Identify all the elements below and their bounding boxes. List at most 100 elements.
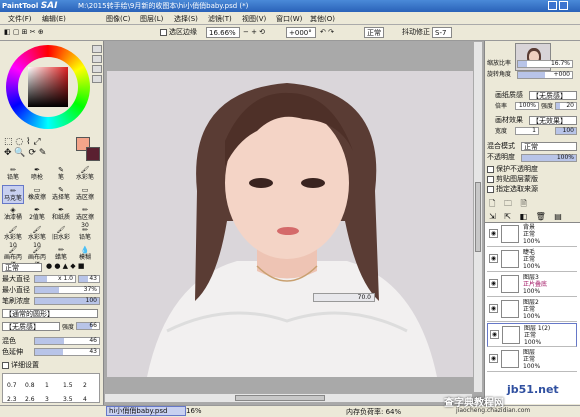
brush-mode-select[interactable]: 正常 bbox=[2, 263, 42, 272]
layer-item[interactable]: ◉ 图层3 正片叠底 100% bbox=[487, 273, 577, 297]
scale-label: 倍率 bbox=[495, 103, 508, 110]
material-effect-select[interactable]: 【无效果】 bbox=[529, 116, 577, 125]
eye-icon[interactable]: ◉ bbox=[489, 354, 498, 363]
minimize-icon[interactable] bbox=[548, 1, 557, 10]
clipping-mask-toggle[interactable]: 剪贴图层蒙版 bbox=[487, 175, 538, 184]
tool-pencil[interactable]: ✏ 铅笔 bbox=[2, 165, 24, 184]
tool-watercolor[interactable]: 🖌 水彩笔 bbox=[74, 165, 96, 184]
tool-washi[interactable]: ✒ 和纸质 bbox=[50, 205, 72, 224]
scale-field[interactable]: 100% bbox=[515, 102, 539, 110]
layer-thumbnail bbox=[501, 275, 519, 293]
rotation-field[interactable]: +000° bbox=[286, 27, 316, 38]
eye-icon[interactable]: ◉ bbox=[490, 330, 499, 339]
menu-view[interactable]: 视图(V) bbox=[242, 14, 266, 24]
layer-action-buttons[interactable]: 🗋 🗀 🗎 ⇲ ⇱ ◧ 🗑 ▤ bbox=[489, 198, 577, 221]
eye-icon[interactable]: ◉ bbox=[489, 254, 498, 263]
mix-label: 混色 bbox=[2, 337, 16, 345]
tool-old-watercolor[interactable]: 🖌 旧水彩 bbox=[50, 225, 72, 244]
tool-canvas-acrylic-b[interactable]: 🖌画布丙烯 bbox=[26, 245, 48, 269]
layer-item-selected[interactable]: ◉ 图层 1(2) 正常 100% bbox=[487, 323, 577, 347]
eye-icon[interactable]: ◉ bbox=[489, 229, 498, 238]
document-tab[interactable]: hi小俏俏baby.psd bbox=[106, 406, 186, 416]
layer-thumbnail bbox=[501, 350, 519, 368]
effect-width-field[interactable]: 1 bbox=[515, 127, 539, 135]
strength-label: 强度 bbox=[62, 324, 75, 331]
menu-filter[interactable]: 滤镜(T) bbox=[208, 14, 232, 24]
layer-blend-select[interactable]: 正常 bbox=[521, 142, 577, 151]
tool-select-eraser[interactable]: ▭ 选区擦 bbox=[74, 185, 96, 204]
max-diameter-slider[interactable]: 43 bbox=[78, 275, 100, 283]
tool-binary-pen[interactable]: ✒ 2值笔 bbox=[26, 205, 48, 224]
canvas-area: 70.0 bbox=[104, 41, 484, 405]
color-mode-buttons[interactable] bbox=[92, 45, 102, 105]
tool-watercolor-10b[interactable]: 🖌 水彩笔10 bbox=[26, 225, 48, 249]
layer-item[interactable]: ◉ 睫毛 正常 100% bbox=[487, 248, 577, 272]
layer-item[interactable]: ◉ 图层2 正常 100% bbox=[487, 298, 577, 322]
dilution-slider[interactable]: 43 bbox=[34, 348, 100, 356]
tool-marker[interactable]: ✏ 马克笔 bbox=[2, 185, 24, 204]
tool-select-pen[interactable]: ✎ 选择笔 bbox=[50, 185, 72, 204]
app-logo: PaintTool SAI bbox=[2, 1, 58, 11]
maximize-icon[interactable] bbox=[559, 1, 569, 10]
menu-window[interactable]: 窗口(W) bbox=[276, 14, 302, 24]
selection-edge-toggle[interactable]: 选区边缘 bbox=[160, 27, 197, 38]
selection-source-toggle[interactable]: 指定选取来源 bbox=[487, 185, 538, 194]
eye-icon[interactable]: ◉ bbox=[489, 304, 498, 313]
horizontal-scrollbar[interactable] bbox=[104, 393, 473, 403]
tool-select-eraser-30[interactable]: ✏ 选区擦30 bbox=[74, 205, 96, 229]
tool-pencil-2[interactable]: ✏ 铅笔 bbox=[74, 225, 96, 244]
zoom-buttons[interactable]: − + ⟲ bbox=[243, 27, 265, 38]
layer-item[interactable]: ◉ 背景 正常 100% bbox=[487, 223, 577, 247]
menu-layer[interactable]: 图层(L) bbox=[140, 14, 163, 24]
nav-zoom-slider[interactable]: 16.7% bbox=[517, 60, 573, 68]
selection-tools[interactable]: ⬚ ◌ ⌇ ⤢ ✥ 🔍 ⟳ ✎ bbox=[4, 137, 74, 161]
left-panel: ⬚ ◌ ⌇ ⤢ ✥ 🔍 ⟳ ✎ ✏ 铅笔 ✒ 喷枪 ✎ 笔 🖌 水彩笔 ✏ 马克笔 ▭ 橡皮擦… bbox=[0, 41, 104, 405]
layer-list: ◉ 背景 正常 100% ◉ 睫毛 正常 100% ◉ 图层3 正片叠底 100% ◉ 图层… bbox=[485, 222, 580, 404]
vertical-scrollbar[interactable] bbox=[473, 41, 483, 393]
tool-canvas-acrylic-a[interactable]: 🖌画布丙烯 bbox=[2, 245, 24, 269]
tool-eraser[interactable]: ▭ 橡皮擦 bbox=[26, 185, 48, 204]
tool-pen[interactable]: ✎ 笔 bbox=[50, 165, 72, 184]
tool-watercolor-10a[interactable]: 🖌 水彩笔10 bbox=[2, 225, 24, 249]
floating-value-tag[interactable]: 70.0 bbox=[313, 293, 375, 302]
eye-icon[interactable]: ◉ bbox=[489, 279, 498, 288]
stabilizer-select[interactable]: S-7 bbox=[432, 27, 452, 38]
menu-image[interactable]: 图像(C) bbox=[106, 14, 130, 24]
texture-strength-slider[interactable]: 66 bbox=[76, 322, 100, 330]
texture-strength-field[interactable]: 20 bbox=[555, 102, 577, 110]
protect-opacity-toggle[interactable]: 保护不透明度 bbox=[487, 165, 538, 174]
layer-item[interactable]: ◉ 图层 正常 100% bbox=[487, 348, 577, 372]
mix-slider[interactable]: 46 bbox=[34, 337, 100, 345]
menu-other[interactable]: 其他(O) bbox=[310, 14, 335, 24]
density-slider[interactable]: 100 bbox=[34, 297, 100, 305]
layer-thumbnail bbox=[501, 225, 519, 243]
paper-texture-select[interactable]: 【无质感】 bbox=[529, 91, 577, 100]
rotate-buttons[interactable]: ↶ ↷ bbox=[320, 27, 334, 38]
right-panel: 缩放比率 16.7% 旋转角度 +000 画纸质感 【无质感】 倍率 100% … bbox=[484, 41, 580, 405]
menu-edit[interactable]: 编辑(E) bbox=[42, 14, 66, 24]
detail-settings-toggle[interactable]: 详细设置 bbox=[2, 361, 39, 370]
tool-airbrush[interactable]: ✒ 喷枪 bbox=[26, 165, 48, 184]
blend-mode-select[interactable]: 正常 bbox=[364, 27, 384, 38]
color-wheel[interactable] bbox=[6, 45, 90, 129]
artwork-canvas[interactable]: 70.0 bbox=[107, 71, 473, 377]
layer-thumbnail bbox=[502, 326, 520, 344]
brush-shape-select[interactable]: 【通常的圆形】 bbox=[2, 309, 98, 318]
menu-file[interactable]: 文件(F) bbox=[8, 14, 32, 24]
brush-size-presets[interactable]: 0.7 0.8 1 1.5 2 2.3 2.6 3 3.5 4 bbox=[2, 373, 100, 403]
max-diameter-multiplier[interactable]: x 1.0 bbox=[34, 275, 76, 283]
saturation-value-square[interactable] bbox=[28, 67, 68, 107]
layer-opacity-slider[interactable]: 100% bbox=[521, 154, 577, 162]
brush-edge-shapes[interactable]: ● ● ▲ ◆ ■ bbox=[46, 262, 102, 272]
zoom-field[interactable]: 16.66% bbox=[206, 27, 240, 38]
max-diameter-label: 最大直径 bbox=[2, 275, 30, 283]
background-color-swatch[interactable] bbox=[86, 147, 100, 161]
nav-rotate-slider[interactable]: +000 bbox=[517, 71, 573, 79]
min-diameter-slider[interactable]: 37% bbox=[34, 286, 100, 294]
toolbar-buttons[interactable]: ◧ ▢ ⊞ ✂ ⊕ bbox=[4, 27, 64, 38]
tool-bucket[interactable]: ◈ 油漆桶 bbox=[2, 205, 24, 224]
brush-tool-grid: ✏ 铅笔 ✒ 喷枪 ✎ 笔 🖌 水彩笔 ✏ 马克笔 ▭ 橡皮擦 ✎ 选择笔 ▭ 选区擦 ◈ 油漆桶… bbox=[2, 165, 102, 269]
menu-select[interactable]: 选择(S) bbox=[174, 14, 198, 24]
brush-texture-select[interactable]: 【无质感】 bbox=[2, 322, 60, 331]
effect-strength-field[interactable]: 100 bbox=[555, 127, 577, 135]
